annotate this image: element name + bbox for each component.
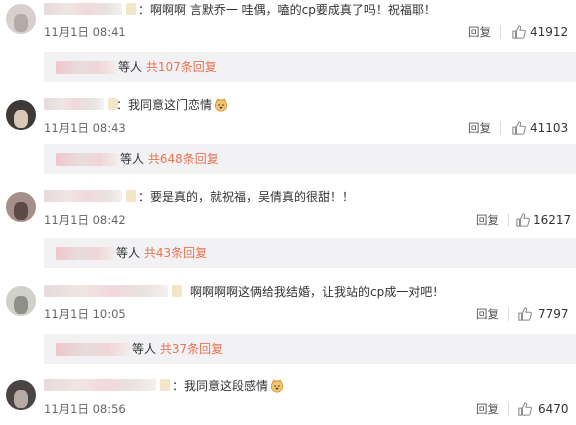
user-avatar[interactable] — [6, 286, 36, 316]
reply-button[interactable]: 回复 — [476, 307, 499, 321]
reply-button[interactable]: 回复 — [476, 213, 499, 227]
thumbs-up-icon[interactable] — [516, 213, 530, 227]
divider — [508, 307, 509, 321]
user-nickname[interactable] — [44, 3, 136, 15]
reply-button[interactable]: 回复 — [468, 25, 491, 39]
sub-reply-users — [56, 153, 118, 166]
thumbs-up-icon[interactable] — [518, 402, 532, 416]
doge-emoji-icon — [270, 379, 284, 393]
like-count: 16217 — [533, 213, 572, 227]
view-replies-link[interactable]: 共43条回复 — [144, 246, 207, 260]
comment-date: 11月1日 08:56 — [44, 402, 126, 416]
user-avatar[interactable] — [6, 4, 36, 34]
divider — [500, 121, 501, 135]
like-count: 7797 — [538, 307, 569, 321]
comment-text: ：我同意这段感情 — [172, 379, 284, 393]
sub-replies[interactable]: 等人 共43条回复 — [44, 238, 576, 268]
comment-text: ：我同意这门恋情 — [116, 98, 228, 112]
comment-text-content: ：我同意这段感情 — [172, 379, 269, 393]
view-replies-link[interactable]: 共107条回复 — [146, 60, 217, 74]
comment-text: 啊啊啊啊这俩给我结婚，让我站的cp成一对吧！ — [190, 285, 444, 299]
sub-replies-text: 等人 共648条回复 — [120, 152, 219, 166]
user-nickname[interactable] — [44, 285, 182, 297]
sub-replies-text: 等人 共43条回复 — [116, 246, 207, 260]
thumbs-up-icon[interactable] — [512, 25, 526, 39]
sub-replies-users-label: 等人 — [132, 342, 157, 356]
sub-replies-users-label: 等人 — [116, 246, 141, 260]
sub-reply-users — [56, 61, 116, 74]
user-avatar[interactable] — [6, 380, 36, 410]
comment-text-content: ：我同意这门恋情 — [116, 98, 213, 112]
user-avatar[interactable] — [6, 100, 36, 130]
reply-button[interactable]: 回复 — [476, 402, 499, 416]
view-replies-link[interactable]: 共37条回复 — [160, 342, 223, 356]
comment-date: 11月1日 08:43 — [44, 121, 126, 135]
divider — [508, 402, 509, 416]
comment-text-content: ：要是真的，就祝福，吴倩真的很甜！！ — [138, 190, 355, 204]
like-count: 6470 — [538, 402, 569, 416]
divider — [500, 25, 501, 39]
user-nickname[interactable] — [44, 98, 118, 110]
sub-replies[interactable]: 等人 共648条回复 — [44, 144, 576, 174]
comment-text-content: 啊啊啊啊这俩给我结婚，让我站的cp成一对吧！ — [190, 285, 445, 299]
comment-text: ：要是真的，就祝福，吴倩真的很甜！！ — [138, 190, 354, 204]
sub-replies-users-label: 等人 — [120, 152, 145, 166]
comment-text-content: ：啊啊啊 言默乔一 哇偶，嗑的cp要成真了吗！祝福耶！ — [138, 3, 436, 17]
sub-replies-users-label: 等人 — [118, 60, 143, 74]
comment-text: ：啊啊啊 言默乔一 哇偶，嗑的cp要成真了吗！祝福耶！ — [138, 3, 436, 17]
user-nickname[interactable] — [44, 190, 136, 202]
sub-replies-text: 等人 共107条回复 — [118, 60, 217, 74]
sub-replies-text: 等人 共37条回复 — [132, 342, 223, 356]
user-nickname[interactable] — [44, 379, 170, 391]
like-count: 41912 — [530, 25, 569, 39]
doge-emoji-icon — [214, 98, 228, 112]
reply-button[interactable]: 回复 — [468, 121, 491, 135]
user-avatar[interactable] — [6, 192, 36, 222]
comment-date: 11月1日 10:05 — [44, 307, 126, 321]
thumbs-up-icon[interactable] — [512, 121, 526, 135]
like-count: 41103 — [530, 121, 569, 135]
comment-date: 11月1日 08:42 — [44, 213, 126, 227]
thumbs-up-icon[interactable] — [518, 307, 532, 321]
sub-reply-users — [56, 343, 130, 356]
divider — [508, 213, 509, 227]
comment-date: 11月1日 08:41 — [44, 25, 126, 39]
sub-reply-users — [56, 247, 114, 260]
sub-replies[interactable]: 等人 共107条回复 — [44, 52, 576, 82]
view-replies-link[interactable]: 共648条回复 — [148, 152, 219, 166]
sub-replies[interactable]: 等人 共37条回复 — [44, 334, 576, 364]
